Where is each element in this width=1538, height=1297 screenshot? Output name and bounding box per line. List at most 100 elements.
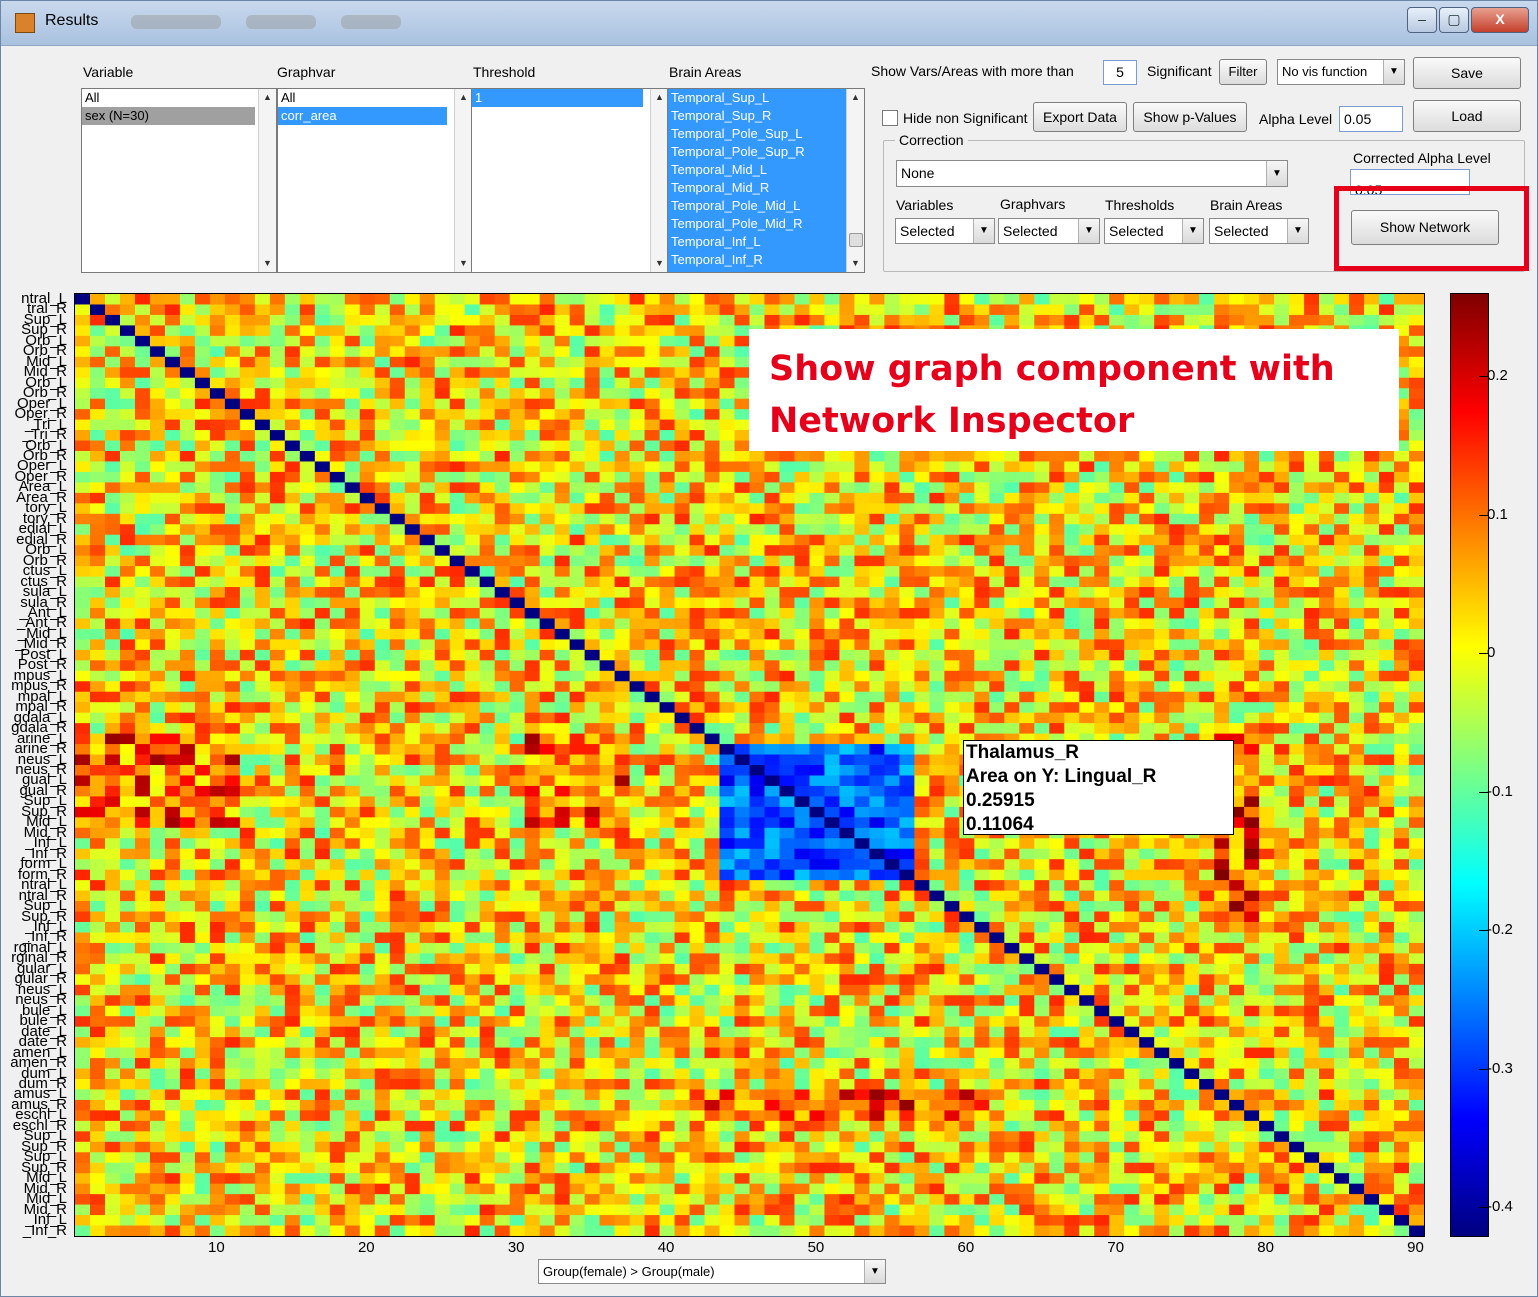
heatmap-cell[interactable]	[134, 744, 151, 756]
heatmap-cell[interactable]	[359, 775, 376, 787]
heatmap-cell[interactable]	[539, 503, 556, 515]
heatmap-cell[interactable]	[509, 628, 526, 640]
heatmap-cell[interactable]	[164, 335, 181, 347]
heatmap-cell[interactable]	[524, 482, 541, 494]
heatmap-cell[interactable]	[224, 409, 241, 421]
heatmap-cell[interactable]	[1304, 817, 1320, 829]
heatmap-cell[interactable]	[329, 409, 346, 421]
heatmap-cell[interactable]	[539, 545, 556, 557]
heatmap-cell[interactable]	[869, 576, 885, 588]
heatmap-cell[interactable]	[254, 545, 271, 557]
heatmap-cell[interactable]	[494, 566, 511, 578]
heatmap-cell[interactable]	[1139, 597, 1155, 609]
heatmap-cell[interactable]	[419, 419, 436, 431]
heatmap-cell[interactable]	[509, 545, 526, 557]
heatmap-cell[interactable]	[854, 649, 871, 661]
heatmap-cell[interactable]	[584, 576, 601, 588]
heatmap-cell[interactable]	[1109, 566, 1125, 578]
heatmap-cell[interactable]	[419, 712, 436, 724]
heatmap-cell[interactable]	[824, 513, 841, 525]
heatmap-cell[interactable]	[974, 618, 990, 630]
heatmap-cell[interactable]	[854, 503, 871, 515]
heatmap-cell[interactable]	[584, 608, 601, 620]
heatmap-cell[interactable]	[569, 377, 586, 389]
heatmap-cell[interactable]	[269, 335, 286, 347]
heatmap-cell[interactable]	[149, 817, 166, 829]
heatmap-cell[interactable]	[194, 461, 211, 473]
heatmap-cell[interactable]	[344, 848, 361, 860]
heatmap-cell[interactable]	[719, 430, 736, 442]
heatmap-cell[interactable]	[239, 576, 256, 588]
heatmap-cell[interactable]	[254, 576, 271, 588]
heatmap-cell[interactable]	[299, 555, 316, 567]
heatmap-cell[interactable]	[809, 314, 826, 326]
heatmap-cell[interactable]	[404, 723, 421, 735]
heatmap-cell[interactable]	[644, 346, 661, 358]
heatmap-cell[interactable]	[1109, 838, 1125, 850]
heatmap-cell[interactable]	[569, 356, 586, 368]
heatmap-cell[interactable]	[1364, 618, 1380, 630]
heatmap-cell[interactable]	[809, 492, 826, 504]
heatmap-cell[interactable]	[959, 482, 975, 494]
heatmap-cell[interactable]	[284, 838, 301, 850]
heatmap-cell[interactable]	[89, 775, 106, 787]
heatmap-cell[interactable]	[974, 723, 990, 735]
heatmap-cell[interactable]	[1154, 304, 1170, 316]
heatmap-cell[interactable]	[584, 775, 601, 787]
heatmap-cell[interactable]	[494, 545, 511, 557]
heatmap-cell[interactable]	[299, 691, 316, 703]
heatmap-cell[interactable]	[944, 618, 960, 630]
heatmap-cell[interactable]	[104, 691, 121, 703]
heatmap-cell[interactable]	[524, 649, 541, 661]
heatmap-cell[interactable]	[404, 471, 421, 483]
heatmap-cell[interactable]	[299, 419, 316, 431]
heatmap-cell[interactable]	[509, 639, 526, 651]
heatmap-cell[interactable]	[1304, 576, 1320, 588]
heatmap-cell[interactable]	[584, 314, 601, 326]
heatmap-cell[interactable]	[194, 377, 211, 389]
heatmap-cell[interactable]	[584, 744, 601, 756]
heatmap-cell[interactable]	[374, 325, 391, 337]
heatmap-cell[interactable]	[1124, 503, 1140, 515]
heatmap-cell[interactable]	[494, 754, 511, 766]
heatmap-cell[interactable]	[389, 765, 406, 777]
heatmap-cell[interactable]	[704, 765, 721, 777]
heatmap-cell[interactable]	[599, 304, 616, 316]
heatmap-cell[interactable]	[209, 503, 226, 515]
heatmap-cell[interactable]	[1214, 555, 1230, 567]
heatmap-cell[interactable]	[134, 346, 151, 358]
heatmap-cell[interactable]	[464, 649, 481, 661]
heatmap-cell[interactable]	[1229, 608, 1245, 620]
heatmap-cell[interactable]	[1109, 294, 1125, 306]
heatmap-cell[interactable]	[179, 503, 196, 515]
heatmap-cell[interactable]	[1319, 754, 1335, 766]
heatmap-cell[interactable]	[779, 691, 796, 703]
heatmap-cell[interactable]	[1289, 294, 1305, 306]
heatmap-cell[interactable]	[284, 419, 301, 431]
heatmap-cell[interactable]	[194, 848, 211, 860]
heatmap-cell[interactable]	[734, 419, 751, 431]
heatmap-cell[interactable]	[1334, 451, 1350, 463]
heatmap-cell[interactable]	[1109, 660, 1125, 672]
heatmap-cell[interactable]	[104, 723, 121, 735]
heatmap-cell[interactable]	[1049, 712, 1065, 724]
heatmap-cell[interactable]	[584, 702, 601, 714]
heatmap-cell[interactable]	[884, 628, 900, 640]
heatmap-cell[interactable]	[629, 639, 646, 651]
heatmap-cell[interactable]	[1334, 503, 1350, 515]
heatmap-cell[interactable]	[1319, 618, 1335, 630]
heatmap-cell[interactable]	[179, 346, 196, 358]
heatmap-cell[interactable]	[734, 723, 751, 735]
heatmap-cell[interactable]	[539, 649, 556, 661]
heatmap-cell[interactable]	[344, 587, 361, 599]
heatmap-cell[interactable]	[1124, 660, 1140, 672]
heatmap-cell[interactable]	[1049, 451, 1065, 463]
heatmap-cell[interactable]	[764, 806, 781, 818]
chevron-down-icon[interactable]: ▼	[1078, 219, 1099, 243]
heatmap-cell[interactable]	[1364, 524, 1380, 536]
heatmap-cell[interactable]	[1139, 639, 1155, 651]
heatmap-cell[interactable]	[104, 817, 121, 829]
heatmap-cell[interactable]	[524, 576, 541, 588]
heatmap-cell[interactable]	[584, 419, 601, 431]
heatmap-cell[interactable]	[224, 576, 241, 588]
